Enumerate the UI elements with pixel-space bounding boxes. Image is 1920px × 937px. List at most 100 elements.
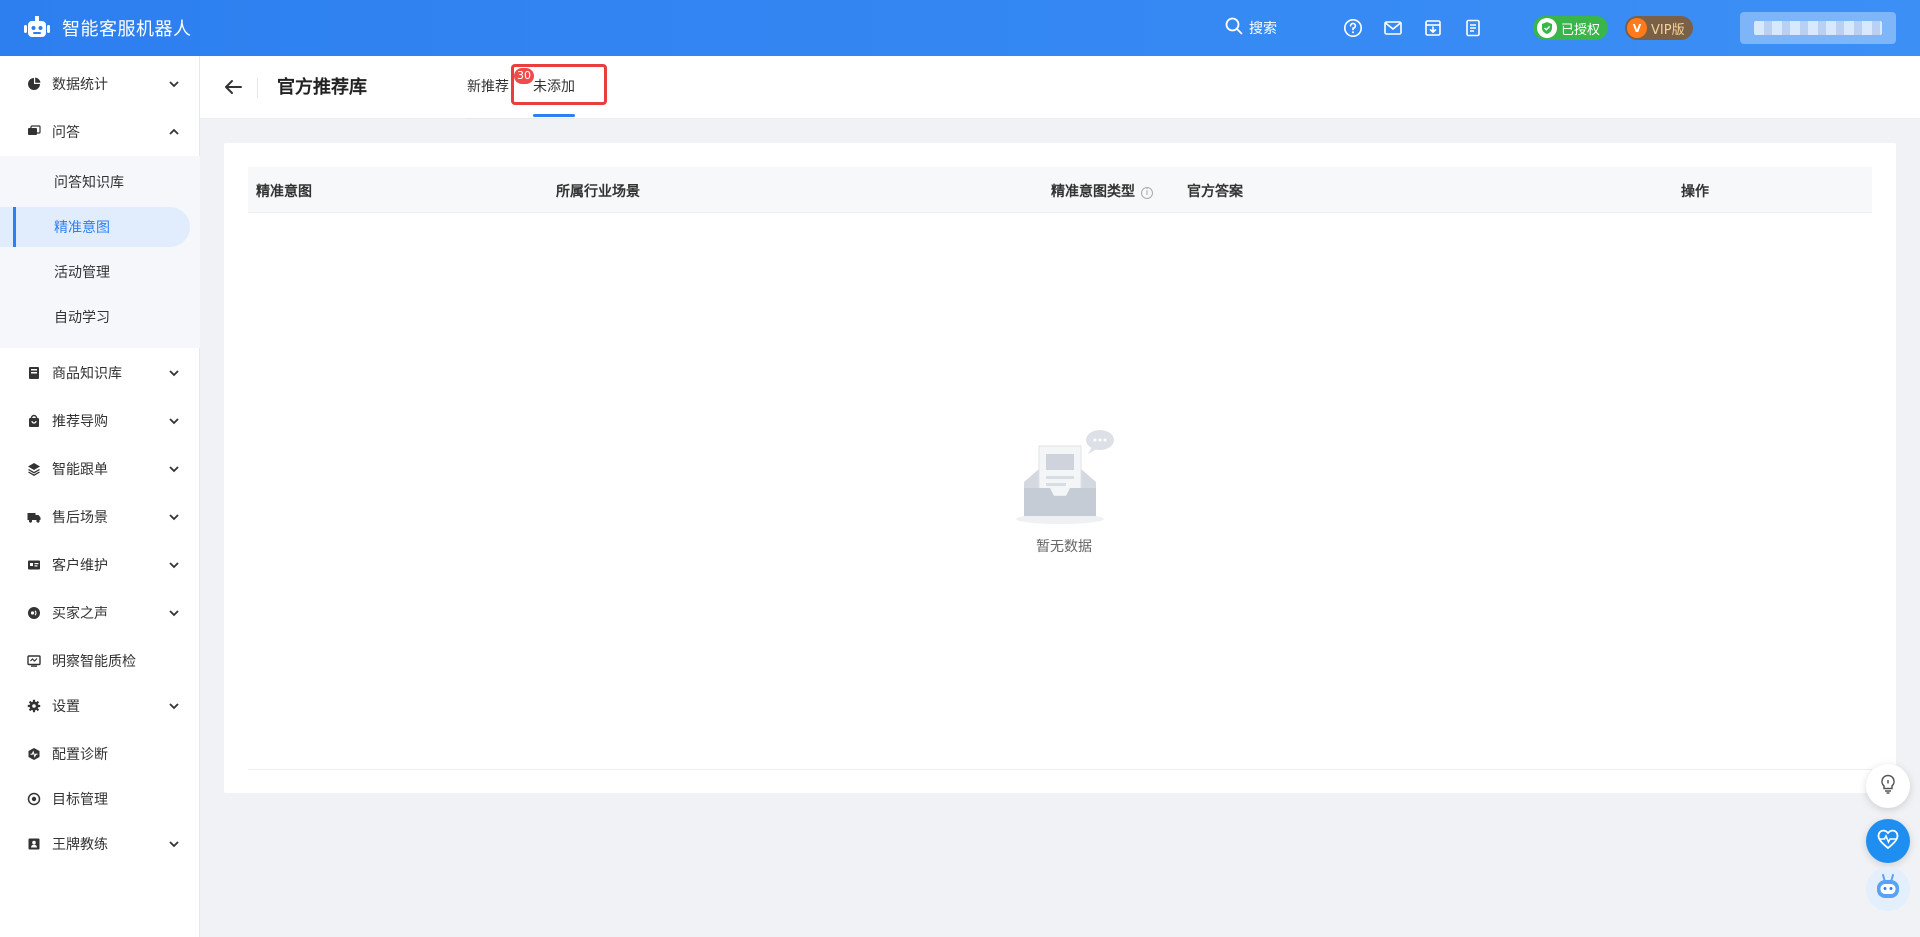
mail-icon[interactable] <box>1383 18 1403 38</box>
sidebar-item-label: 客户维护 <box>52 558 108 574</box>
tabs-baseline <box>466 118 574 119</box>
column-header-official-answer: 官方答案 <box>1187 184 1243 200</box>
column-header-intent-type: 精准意图类型 i <box>1051 181 1153 201</box>
info-icon[interactable]: i <box>1141 187 1153 199</box>
arrow-left-icon[interactable] <box>222 76 244 98</box>
shopping-bag-icon <box>26 413 42 429</box>
layers-icon <box>26 461 42 477</box>
chevron-down-icon <box>168 511 180 523</box>
authorized-label: 已授权 <box>1561 22 1601 38</box>
sidebar-item-recommend-shopping[interactable]: 推荐导购 <box>0 401 200 441</box>
column-header-industry-scene: 所属行业场景 <box>556 184 640 200</box>
tab-new-recommend[interactable]: 新推荐 <box>467 76 509 96</box>
sub-item-qa-knowledge[interactable]: 问答知识库 <box>0 162 200 202</box>
monitor-icon <box>26 653 42 669</box>
robot-icon <box>1872 871 1904 907</box>
column-header-actions: 操作 <box>1681 184 1709 200</box>
authorized-badge[interactable]: 已授权 <box>1533 16 1609 40</box>
column-header-intent: 精准意图 <box>256 184 312 200</box>
vip-icon: V <box>1627 18 1647 38</box>
chat-icon <box>26 124 42 140</box>
chevron-down-icon <box>168 559 180 571</box>
voice-icon <box>26 605 42 621</box>
sub-item-label: 自动学习 <box>54 310 110 326</box>
page-header: 官方推荐库 新推荐 未添加 30 <box>200 56 1920 119</box>
sidebar-item-data-stats[interactable]: 数据统计 <box>0 64 200 104</box>
sidebar-item-qa[interactable]: 问答 <box>0 112 200 152</box>
search-icon <box>1225 17 1243 39</box>
chevron-down-icon <box>168 463 180 475</box>
empty-state: 暂无数据 <box>1004 428 1124 556</box>
sidebar-item-label: 数据统计 <box>52 77 108 93</box>
redacted-username <box>1754 21 1882 35</box>
empty-text: 暂无数据 <box>1036 539 1092 555</box>
sub-item-label: 精准意图 <box>54 220 110 236</box>
sidebar-item-smart-follow[interactable]: 智能跟单 <box>0 449 200 489</box>
top-header: 智能客服机器人 搜索 已授权 V VIP版 <box>0 0 1920 56</box>
sidebar-item-quality-check[interactable]: 明察智能质检 <box>0 641 200 681</box>
brand[interactable]: 智能客服机器人 <box>22 0 192 56</box>
sidebar-item-label: 明察智能质检 <box>52 654 136 670</box>
gear-icon <box>26 698 42 714</box>
sidebar-item-label: 买家之声 <box>52 606 108 622</box>
sidebar-item-label: 设置 <box>52 699 80 715</box>
sidebar-item-label: 配置诊断 <box>52 747 108 763</box>
shield-check-icon <box>1537 18 1557 38</box>
empty-inbox-icon <box>1004 428 1124 532</box>
highlight-annotation <box>511 64 607 105</box>
table-header: 精准意图 所属行业场景 精准意图类型 i 官方答案 操作 <box>248 167 1872 213</box>
chevron-down-icon <box>168 367 180 379</box>
sidebar-item-config-diagnose[interactable]: 配置诊断 <box>0 734 200 774</box>
search-label: 搜索 <box>1249 21 1277 37</box>
vip-badge[interactable]: V VIP版 <box>1625 16 1693 40</box>
sidebar-item-label: 商品知识库 <box>52 366 122 382</box>
pulse-icon <box>1875 826 1901 856</box>
table-bottom-border <box>248 769 1872 770</box>
sidebar-item-ace-coach[interactable]: 王牌教练 <box>0 824 200 864</box>
sub-item-activity-management[interactable]: 活动管理 <box>0 252 200 292</box>
sidebar-item-product-knowledge[interactable]: 商品知识库 <box>0 353 200 393</box>
vip-label: VIP版 <box>1651 22 1685 38</box>
sidebar-item-label: 目标管理 <box>52 792 108 808</box>
sidebar-item-label: 智能跟单 <box>52 462 108 478</box>
pie-chart-icon <box>26 76 42 92</box>
sidebar-item-label: 售后场景 <box>52 510 108 526</box>
diagnose-icon <box>26 746 42 762</box>
coach-icon <box>26 836 42 852</box>
chevron-down-icon <box>168 700 180 712</box>
sidebar-item-after-sales[interactable]: 售后场景 <box>0 497 200 537</box>
truck-icon <box>26 509 42 525</box>
sidebar-item-label: 问答 <box>52 125 80 141</box>
search-button[interactable]: 搜索 <box>1225 0 1277 56</box>
column-header-label: 精准意图类型 <box>1051 184 1135 200</box>
target-icon <box>26 791 42 807</box>
sidebar-item-label: 推荐导购 <box>52 414 108 430</box>
qa-submenu: 问答知识库 精准意图 活动管理 自动学习 <box>0 156 200 348</box>
sub-item-auto-learning[interactable]: 自动学习 <box>0 297 200 337</box>
chevron-down-icon <box>168 607 180 619</box>
sidebar-item-goal-management[interactable]: 目标管理 <box>0 779 200 819</box>
id-card-icon <box>26 557 42 573</box>
sidebar: 数据统计 问答 问答知识库 精准意图 活动管理 自动学习 商品知识库 推荐导购 … <box>0 56 200 937</box>
user-account-button[interactable] <box>1740 12 1896 44</box>
divider <box>257 78 258 98</box>
chevron-down-icon <box>168 78 180 90</box>
download-box-icon[interactable] <box>1423 18 1443 38</box>
active-tab-indicator <box>533 114 575 117</box>
sidebar-item-buyer-voice[interactable]: 买家之声 <box>0 593 200 633</box>
monitor-button[interactable] <box>1866 819 1910 863</box>
tips-button[interactable] <box>1866 764 1910 808</box>
sidebar-item-customer-care[interactable]: 客户维护 <box>0 545 200 585</box>
page-title: 官方推荐库 <box>277 77 367 98</box>
document-icon[interactable] <box>1463 18 1483 38</box>
assistant-button[interactable] <box>1866 867 1910 911</box>
chevron-down-icon <box>168 838 180 850</box>
sub-item-precise-intent[interactable]: 精准意图 <box>0 207 190 247</box>
book-icon <box>26 365 42 381</box>
sidebar-item-settings[interactable]: 设置 <box>0 686 200 726</box>
sub-item-label: 问答知识库 <box>54 175 124 191</box>
content-card: 精准意图 所属行业场景 精准意图类型 i 官方答案 操作 暂无数据 <box>224 143 1896 793</box>
help-circle-icon[interactable] <box>1343 18 1363 38</box>
app-title: 智能客服机器人 <box>62 19 192 40</box>
chevron-up-icon <box>168 126 180 138</box>
